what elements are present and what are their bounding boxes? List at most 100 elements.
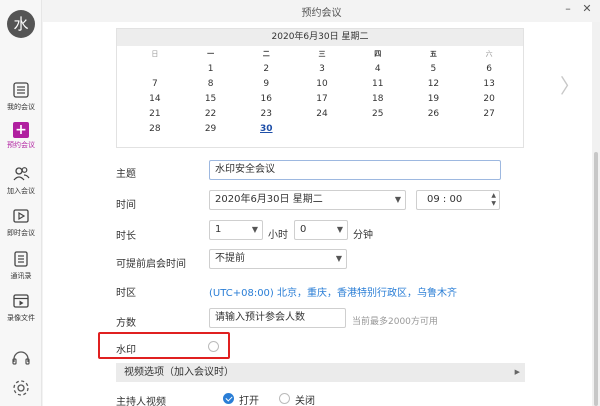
weekday-label: 一 [207,50,215,58]
calendar-day[interactable]: 19 [406,93,462,106]
calendar-day[interactable]: 11 [350,78,406,91]
headset-icon[interactable] [11,350,31,366]
calendar-day[interactable]: 5 [406,63,462,76]
vertical-scrollbar[interactable] [592,22,600,406]
recording-icon [13,294,29,308]
minutes-select[interactable]: 0 ▼ [294,220,348,240]
early-start-value: 不提前 [215,253,245,264]
time-label: 时间 [116,200,136,211]
host-video-label: 主持人视频 [116,397,166,406]
duration-label: 时长 [116,231,136,242]
calendar-empty-cell [127,63,183,76]
weekday-label: 三 [318,50,326,58]
settings-gear-icon[interactable] [11,378,31,398]
calendar-day[interactable]: 8 [183,78,239,91]
calendar-day[interactable]: 1 [183,63,239,76]
sidebar-item-schedule-meeting[interactable]: + 预约会议 [0,122,42,150]
calendar-day[interactable]: 12 [406,78,462,91]
minutes-unit: 分钟 [353,230,373,241]
time-value: 09 : 00 [427,194,463,205]
calendar-day[interactable]: 2 [238,63,294,76]
left-sidebar: 水 我的会议 + 预约会议 加入会议 即时会议 通讯录 录像文件 [0,0,42,406]
calendar-day[interactable]: 25 [350,108,406,121]
calendar-day[interactable]: 24 [294,108,350,121]
early-start-label: 可提前启会时间 [116,259,186,270]
calendar-day[interactable]: 21 [127,108,183,121]
video-options-section[interactable]: 视频选项（加入会议时） ▶ [116,363,525,382]
calendar-day[interactable]: 26 [406,108,462,121]
watermark-label: 水印 [116,345,136,356]
calendar-day[interactable]: 28 [127,123,183,136]
sidebar-item-label: 我的会议 [7,103,35,111]
avatar[interactable]: 水 [7,10,35,38]
chevron-down-icon: ▼ [336,225,343,234]
weekday-label: 四 [374,50,382,58]
sidebar-item-label: 通讯录 [10,272,32,280]
calendar-day[interactable]: 17 [294,93,350,106]
weekday-label: 六 [485,50,493,58]
minimize-icon[interactable]: – [561,2,575,16]
capacity-hint: 当前最多2000方可用 [352,317,438,327]
calendar-day[interactable]: 29 [183,123,239,136]
calendar-day[interactable]: 23 [238,108,294,121]
calendar-day[interactable]: 27 [461,108,517,121]
calendar-day[interactable]: 15 [183,93,239,106]
calendar-day[interactable]: 18 [350,93,406,106]
title-bar: 预约会议 – ✕ [43,0,600,22]
calendar: 2020年6月30日 星期二 日 一 二 三 四 五 六 1 2 3 4 5 6 7 8 9 10… [116,28,524,148]
subject-label: 主题 [116,169,136,180]
sidebar-item-instant-meeting[interactable]: 即时会议 [0,206,42,238]
caret-right-icon: ▶ [514,368,520,376]
people-icon [13,167,30,181]
calendar-day[interactable]: 30 [238,123,294,136]
hours-unit: 小时 [268,230,288,241]
calendar-day[interactable]: 22 [183,108,239,121]
chevron-down-icon: ▼ [335,254,342,263]
minutes-value: 0 [300,224,307,235]
sidebar-item-label: 即时会议 [7,229,35,237]
sidebar-item-join-meeting[interactable]: 加入会议 [0,164,42,196]
early-start-select[interactable]: 不提前 ▼ [209,249,347,269]
calendar-day[interactable]: 6 [461,63,517,76]
calendar-day[interactable]: 13 [461,78,517,91]
calendar-day[interactable]: 16 [238,93,294,106]
calendar-grid: 日 一 二 三 四 五 六 1 2 3 4 5 6 7 8 9 10 11 12 13 14 15 16 17 1… [127,48,517,136]
window-title: 预约会议 [301,8,342,19]
calendar-header: 2020年6月30日 星期二 [117,29,523,46]
plus-icon: + [13,122,29,138]
calendar-day[interactable]: 7 [127,78,183,91]
host-video-off-radio[interactable] [279,393,290,404]
list-icon [13,82,29,98]
host-video-on-radio[interactable] [223,393,234,404]
close-icon[interactable]: ✕ [580,2,594,16]
sidebar-item-recordings[interactable]: 录像文件 [0,291,42,323]
sidebar-item-label: 加入会议 [7,187,35,195]
calendar-day[interactable]: 10 [294,78,350,91]
section-title: 视频选项（加入会议时） [124,367,234,378]
capacity-input[interactable]: 请输入预计参会人数 [209,308,346,328]
hours-select[interactable]: 1 ▼ [209,220,263,240]
hours-value: 1 [215,224,222,235]
chevron-down-icon: ▼ [251,225,258,234]
scrollbar-thumb[interactable] [594,152,598,406]
time-stepper[interactable]: 09 : 00 ▲ ▼ [416,190,500,210]
timezone-label: 时区 [116,288,136,299]
subject-input[interactable]: 水印安全会议 [209,160,501,180]
calendar-day[interactable]: 14 [127,93,183,106]
weekday-label: 五 [429,50,437,58]
sidebar-item-my-meetings[interactable]: 我的会议 [0,80,42,112]
calendar-day[interactable]: 9 [238,78,294,91]
calendar-day[interactable]: 3 [294,63,350,76]
watermark-toggle[interactable] [208,341,219,352]
sidebar-item-label: 录像文件 [7,314,35,322]
sidebar-item-contacts[interactable]: 通讯录 [0,249,42,281]
chevron-right-icon[interactable]: 〉 [560,70,580,99]
timezone-link[interactable]: (UTC+08:00) 北京，重庆，香港特别行政区，乌鲁木齐 [209,284,457,299]
host-video-on-label: 打开 [239,396,259,406]
chevron-down-icon: ▼ [394,195,401,204]
calendar-day[interactable]: 20 [461,93,517,106]
schedule-meeting-panel: 2020年6月30日 星期二 日 一 二 三 四 五 六 1 2 3 4 5 6 7 8 9 10… [43,22,592,406]
date-select[interactable]: 2020年6月30日 星期二 ▼ [209,190,406,210]
spin-arrows-icon[interactable]: ▲ ▼ [491,192,496,208]
calendar-day[interactable]: 4 [350,63,406,76]
